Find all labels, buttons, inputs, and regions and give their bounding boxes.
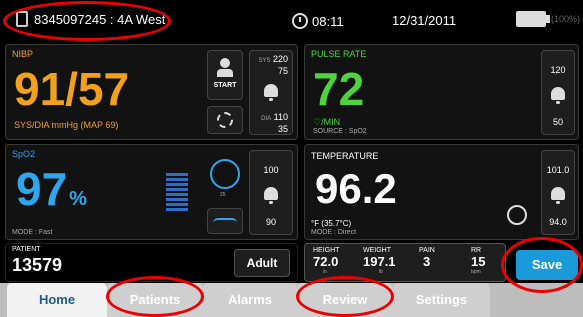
sys-limits: SYS 220 75 bbox=[250, 51, 292, 76]
start-label: START bbox=[213, 82, 237, 89]
status-bar: 8345097245 : 4A West 08:11 12/31/2011 (1… bbox=[0, 0, 583, 42]
bell-icon bbox=[264, 84, 278, 101]
save-button[interactable]: Save bbox=[516, 250, 578, 280]
person-body-icon bbox=[217, 69, 233, 77]
weight-field: WEIGHT 197.1 lb bbox=[363, 247, 411, 275]
temperature-probe-icon[interactable] bbox=[507, 205, 527, 225]
tab-home[interactable]: Home bbox=[7, 283, 107, 317]
dia-limit-label: DIA bbox=[261, 116, 272, 122]
sys-limit-label: SYS bbox=[258, 58, 271, 64]
pulse-low-limit: 50 bbox=[552, 117, 563, 127]
battery-percent: (100%) bbox=[551, 14, 581, 24]
bell-icon bbox=[551, 187, 565, 204]
nibp-interval-button[interactable] bbox=[207, 106, 243, 134]
nibp-alarm-limits[interactable]: SYS 220 75 DIA 110 35 bbox=[249, 50, 293, 135]
spo2-panel: SpO2 97% MODE : Fast 25 100 90 bbox=[5, 144, 298, 240]
height-value: 72.0 bbox=[313, 254, 339, 269]
temperature-low-limit: 94.0 bbox=[549, 217, 567, 227]
weight-label: WEIGHT bbox=[363, 247, 391, 254]
signal-strength-bar bbox=[166, 173, 188, 211]
weight-unit: lb bbox=[379, 269, 383, 275]
nibp-start-button[interactable]: START bbox=[207, 50, 243, 100]
pulse-rate-panel: PULSE RATE 72 ♡/MIN SOURCE : SpO2 120 50 bbox=[304, 44, 579, 140]
tab-patients[interactable]: Patients bbox=[107, 283, 203, 317]
weight-value: 197.1 bbox=[363, 254, 396, 269]
rr-label: RR bbox=[471, 247, 482, 254]
tab-alarms[interactable]: Alarms bbox=[203, 283, 297, 317]
network-id[interactable]: 8345097245 : 4A West bbox=[16, 11, 165, 27]
temperature-alarm-limits[interactable]: 101.0 94.0 bbox=[541, 150, 575, 235]
dia-limits: DIA 110 35 bbox=[250, 102, 292, 134]
pulse-rate-value: 72 bbox=[313, 63, 365, 115]
rr-field: RR 15 bpm bbox=[471, 247, 503, 275]
patient-panel[interactable]: PATIENT 13579 Adult bbox=[5, 243, 298, 282]
spo2-waveform-button[interactable] bbox=[207, 208, 243, 234]
person-icon bbox=[220, 58, 230, 68]
pulse-rate-label: PULSE RATE bbox=[311, 49, 367, 59]
pulse-source: SOURCE : SpO2 bbox=[313, 128, 367, 135]
temperature-units: °F (35.7°C) bbox=[311, 219, 352, 228]
spo2-mode: MODE : Fast bbox=[12, 229, 53, 236]
manual-parameters-panel[interactable]: HEIGHT 72.0 in WEIGHT 197.1 lb PAIN 3 RR… bbox=[304, 243, 506, 282]
spo2-percent: % bbox=[69, 188, 87, 210]
rr-unit: bpm bbox=[471, 269, 481, 275]
network-id-label: 8345097245 : 4A West bbox=[34, 12, 166, 27]
patient-label: PATIENT bbox=[12, 246, 41, 253]
interval-timer-icon bbox=[217, 112, 233, 128]
nibp-value: 91/57 bbox=[14, 63, 130, 115]
battery-icon bbox=[516, 11, 550, 27]
spo2-value: 97 bbox=[16, 163, 68, 215]
spo2-label: SpO2 bbox=[12, 149, 36, 159]
pain-field: PAIN 3 bbox=[419, 247, 451, 269]
temperature-label: TEMPERATURE bbox=[311, 151, 379, 161]
pain-value: 3 bbox=[423, 254, 431, 269]
network-plug-icon bbox=[16, 11, 28, 27]
height-field: HEIGHT 72.0 in bbox=[313, 247, 355, 275]
nibp-label: NIBP bbox=[12, 49, 34, 59]
pulse-alarm-limits[interactable]: 120 50 bbox=[541, 50, 575, 135]
sys-low-limit: 75 bbox=[277, 66, 288, 76]
nibp-panel: NIBP 91/57 SYS/DIA mmHg (MAP 69) START S… bbox=[5, 44, 298, 140]
bell-icon bbox=[264, 187, 278, 204]
dia-high-limit: 110 bbox=[273, 112, 288, 122]
rr-value: 15 bbox=[471, 254, 486, 269]
spo2-high-limit: 100 bbox=[263, 165, 279, 175]
spo2-ring-label: 25 bbox=[220, 192, 226, 198]
temperature-value: 96.2 bbox=[315, 165, 397, 212]
bell-icon bbox=[551, 87, 565, 104]
pain-label: PAIN bbox=[419, 247, 435, 254]
sys-high-limit: 220 bbox=[272, 54, 288, 64]
tab-review[interactable]: Review bbox=[297, 283, 393, 317]
pulse-high-limit: 120 bbox=[550, 65, 566, 75]
patient-id: 13579 bbox=[12, 255, 63, 275]
patient-type-button[interactable]: Adult bbox=[234, 249, 290, 277]
spo2-alarm-limits[interactable]: 100 90 bbox=[249, 150, 293, 235]
tab-settings[interactable]: Settings bbox=[393, 283, 490, 317]
spo2-ring-icon[interactable] bbox=[210, 159, 240, 189]
temperature-high-limit: 101.0 bbox=[546, 165, 570, 175]
spo2-low-limit: 90 bbox=[265, 217, 276, 227]
date-label[interactable]: 12/31/2011 bbox=[392, 13, 456, 28]
clock[interactable]: 08:11 bbox=[292, 13, 344, 29]
height-label: HEIGHT bbox=[313, 247, 340, 254]
spo2-value-group: 97% bbox=[16, 165, 87, 213]
waveform-icon bbox=[213, 218, 237, 228]
height-unit: in bbox=[323, 269, 327, 275]
time-label: 08:11 bbox=[312, 14, 344, 29]
temperature-mode: MODE : Direct bbox=[311, 229, 357, 236]
clock-icon bbox=[292, 13, 308, 29]
nibp-units: SYS/DIA mmHg (MAP 69) bbox=[14, 120, 119, 130]
dia-low-limit: 35 bbox=[277, 124, 288, 134]
pulse-rate-units: ♡/MIN bbox=[313, 117, 341, 127]
temperature-panel: TEMPERATURE 96.2 °F (35.7°C) MODE : Dire… bbox=[304, 144, 579, 240]
